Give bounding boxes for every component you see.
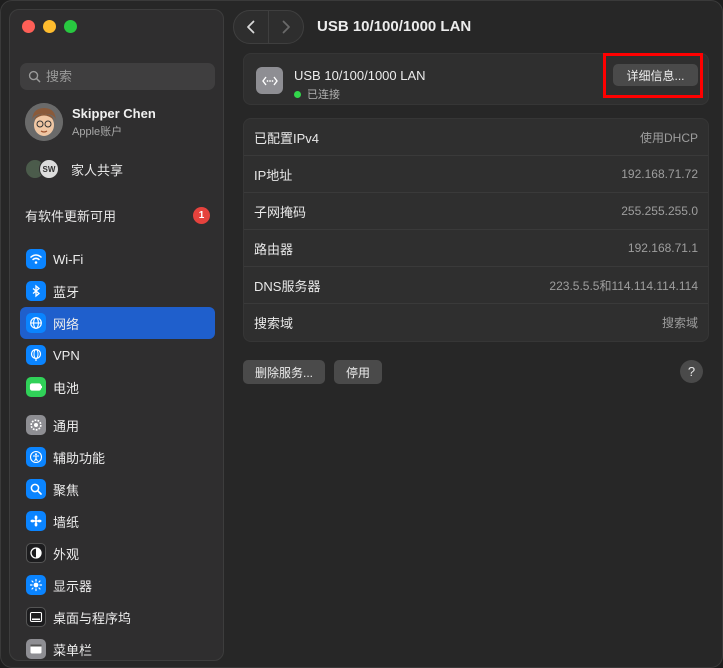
sidebar-item-label: 通用 <box>53 418 80 434</box>
details-button[interactable]: 详细信息... <box>613 64 698 86</box>
family-sharing[interactable]: SW 家人共享 <box>25 158 123 180</box>
sidebar-item-bluetooth[interactable]: 蓝牙 <box>20 275 215 307</box>
sidebar-group-system: 通用 辅助功能 聚焦 墙纸 外观 显示器 桌面与程序坞 菜单栏 <box>20 409 215 660</box>
bluetooth-icon <box>26 281 46 301</box>
menubar-icon <box>26 639 46 659</box>
accessibility-icon <box>26 447 46 467</box>
table-row: 子网掩码 255.255.255.0 <box>244 193 708 230</box>
chevron-left-icon <box>247 20 255 34</box>
page-title: USB 10/100/1000 LAN <box>317 18 472 35</box>
vpn-icon <box>26 345 46 365</box>
status-text: 已连接 <box>307 89 340 101</box>
row-label: 路由器 <box>254 241 294 257</box>
table-row: 搜索域 搜索域 <box>244 304 708 341</box>
row-value: 255.255.255.0 <box>621 204 698 218</box>
row-label: IP地址 <box>254 167 293 183</box>
search-icon <box>28 70 41 83</box>
sidebar-item-network[interactable]: 网络 <box>20 307 215 339</box>
chevron-right-icon <box>282 20 290 34</box>
battery-icon <box>26 377 46 397</box>
network-info-table: 已配置IPv4 使用DHCP IP地址 192.168.71.72 子网掩码 2… <box>243 118 709 342</box>
sidebar-item-vpn[interactable]: VPN <box>20 339 215 371</box>
row-value: 搜索域 <box>661 316 698 330</box>
sidebar-item-label: 蓝牙 <box>53 284 80 300</box>
spotlight-icon <box>26 479 46 499</box>
sidebar-item-label: 显示器 <box>53 578 93 594</box>
dock-icon <box>26 607 46 627</box>
table-row: IP地址 192.168.71.72 <box>244 156 708 193</box>
sidebar-item-label: 桌面与程序坞 <box>53 610 132 626</box>
sidebar-item-label: 电池 <box>53 380 80 396</box>
ethernet-icon <box>256 67 283 94</box>
disable-button[interactable]: 停用 <box>334 360 383 384</box>
network-icon <box>26 313 46 333</box>
close-button[interactable] <box>22 20 35 33</box>
remove-service-button[interactable]: 删除服务... <box>243 360 326 384</box>
family-label: 家人共享 <box>71 162 124 178</box>
row-label: 子网掩码 <box>254 204 307 220</box>
back-button[interactable] <box>234 11 269 43</box>
avatar <box>25 103 63 141</box>
help-button[interactable]: ? <box>680 360 703 383</box>
appearance-icon <box>26 543 46 563</box>
row-label: 已配置IPv4 <box>254 130 320 146</box>
sidebar-item-battery[interactable]: 电池 <box>20 371 215 403</box>
sidebar-item-menu-bar[interactable]: 菜单栏 <box>20 633 215 660</box>
sidebar: Skipper Chen Apple账户 SW 家人共享 有软件更新可用 1 W… <box>9 9 224 661</box>
sidebar-item-spotlight[interactable]: 聚焦 <box>20 473 215 505</box>
sidebar-item-displays[interactable]: 显示器 <box>20 569 215 601</box>
family-avatars: SW <box>25 158 63 180</box>
table-row: DNS服务器 223.5.5.5和114.114.114.114 <box>244 267 708 304</box>
service-actions: 删除服务... 停用 <box>243 360 383 384</box>
sidebar-item-desktop-dock[interactable]: 桌面与程序坞 <box>20 601 215 633</box>
wifi-icon <box>26 249 46 269</box>
sidebar-item-label: 聚焦 <box>53 482 80 498</box>
gear-icon <box>26 415 46 435</box>
sidebar-item-label: Wi-Fi <box>53 251 84 267</box>
search-input[interactable] <box>46 69 206 84</box>
sidebar-item-label: 网络 <box>53 316 80 332</box>
search-field[interactable] <box>20 63 215 90</box>
wallpaper-icon <box>26 511 46 531</box>
device-name: USB 10/100/1000 LAN <box>294 68 426 83</box>
display-icon <box>26 575 46 595</box>
sidebar-item-label: 菜单栏 <box>53 642 93 658</box>
row-value: 192.168.71.72 <box>621 167 698 181</box>
sidebar-item-label: 墙纸 <box>53 514 80 530</box>
row-value: 使用DHCP <box>639 130 698 145</box>
sidebar-item-wifi[interactable]: Wi-Fi <box>20 243 215 275</box>
connection-status: 已连接 <box>294 86 340 102</box>
profile-subtitle: Apple账户 <box>72 125 123 138</box>
row-label: DNS服务器 <box>254 278 321 294</box>
table-row: 已配置IPv4 使用DHCP <box>244 119 708 156</box>
apple-account[interactable]: Skipper Chen Apple账户 <box>25 103 156 141</box>
software-update-item[interactable]: 有软件更新可用 1 <box>25 206 210 225</box>
sidebar-item-appearance[interactable]: 外观 <box>20 537 215 569</box>
sidebar-item-wallpaper[interactable]: 墙纸 <box>20 505 215 537</box>
window-controls <box>22 20 77 33</box>
zoom-button[interactable] <box>64 20 77 33</box>
settings-window: Skipper Chen Apple账户 SW 家人共享 有软件更新可用 1 W… <box>0 0 723 668</box>
status-dot-icon <box>294 90 301 98</box>
row-value: 223.5.5.5和114.114.114.114 <box>549 278 698 293</box>
main-pane: USB 10/100/1000 LAN USB 10/100/1000 LAN … <box>231 1 722 667</box>
sidebar-item-accessibility[interactable]: 辅助功能 <box>20 441 215 473</box>
forward-button[interactable] <box>269 11 303 43</box>
update-count-badge: 1 <box>193 207 210 224</box>
sidebar-item-label: 辅助功能 <box>53 450 106 466</box>
profile-name: Skipper Chen <box>72 105 156 121</box>
table-row: 路由器 192.168.71.1 <box>244 230 708 267</box>
device-header: USB 10/100/1000 LAN 已连接 详细信息... <box>243 53 709 105</box>
row-value: 192.168.71.1 <box>627 241 698 255</box>
row-label: 搜索域 <box>254 316 294 331</box>
minimize-button[interactable] <box>43 20 56 33</box>
sidebar-group-connectivity: Wi-Fi 蓝牙 网络 VPN 电池 <box>20 243 215 403</box>
memoji-icon <box>25 103 63 141</box>
sidebar-item-label: 外观 <box>53 546 80 562</box>
sidebar-item-general[interactable]: 通用 <box>20 409 215 441</box>
update-label: 有软件更新可用 <box>25 209 117 224</box>
sidebar-item-label: VPN <box>53 347 80 363</box>
history-nav <box>233 10 304 44</box>
family-member-initials: SW <box>39 159 59 179</box>
